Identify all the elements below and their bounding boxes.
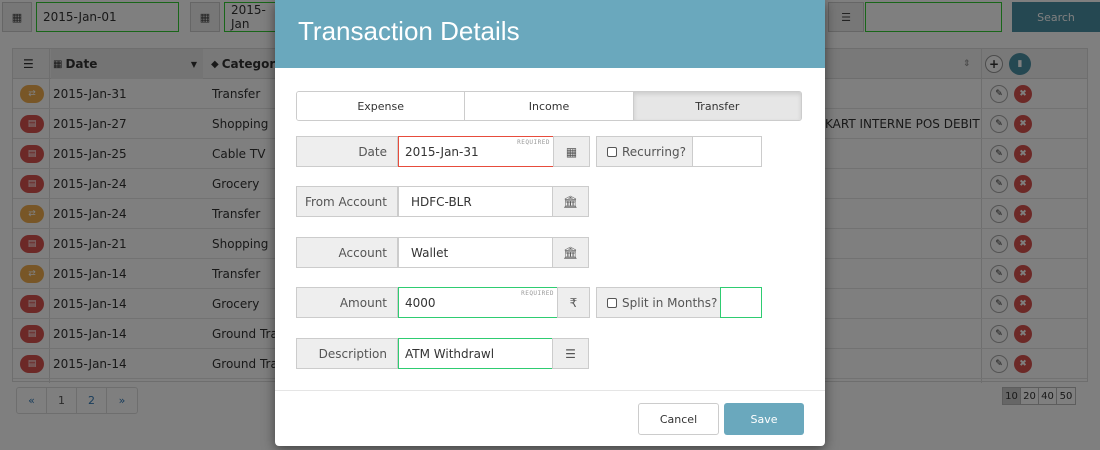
date-label: Date xyxy=(296,136,398,167)
from-account-label: From Account xyxy=(296,186,398,217)
checkbox-icon xyxy=(607,146,617,157)
required-hint: REQUIRED xyxy=(517,139,550,146)
checkbox-icon xyxy=(607,297,617,308)
amount-input[interactable]: 4000 REQUIRED xyxy=(398,287,559,318)
list-icon[interactable]: ☰ xyxy=(552,338,589,369)
type-income-button[interactable]: Income xyxy=(465,92,634,120)
account-input[interactable]: Wallet xyxy=(398,237,553,268)
save-button[interactable]: Save xyxy=(724,403,804,435)
description-label: Description xyxy=(296,338,398,369)
transaction-details-modal: Transaction Details Expense Income Trans… xyxy=(275,0,825,446)
recurring-checkbox[interactable]: Recurring? xyxy=(596,136,693,167)
cancel-button[interactable]: Cancel xyxy=(638,403,719,435)
date-input[interactable]: 2015-Jan-31 REQUIRED xyxy=(398,136,555,167)
split-months-checkbox[interactable]: Split in Months? xyxy=(596,287,721,318)
split-months-input[interactable] xyxy=(720,287,762,318)
account-label: Account xyxy=(296,237,398,268)
amount-label: Amount xyxy=(296,287,398,318)
type-expense-button[interactable]: Expense xyxy=(297,92,466,120)
bank-icon[interactable]: 🏛 xyxy=(552,186,589,217)
description-input[interactable]: ATM Withdrawl xyxy=(398,338,554,369)
modal-title: Transaction Details xyxy=(298,16,520,46)
recurring-input[interactable] xyxy=(692,136,762,167)
type-transfer-button[interactable]: Transfer xyxy=(633,92,801,120)
calendar-icon[interactable]: ▦ xyxy=(553,136,590,167)
required-hint: REQUIRED xyxy=(521,290,554,297)
bank-icon[interactable]: 🏛 xyxy=(552,237,589,268)
modal-footer-divider xyxy=(275,390,825,391)
transaction-type-toggle: Expense Income Transfer xyxy=(296,91,802,121)
rupee-icon: ₹ xyxy=(557,287,590,318)
from-account-input[interactable]: HDFC-BLR xyxy=(398,186,553,217)
modal-header: Transaction Details xyxy=(275,0,825,68)
